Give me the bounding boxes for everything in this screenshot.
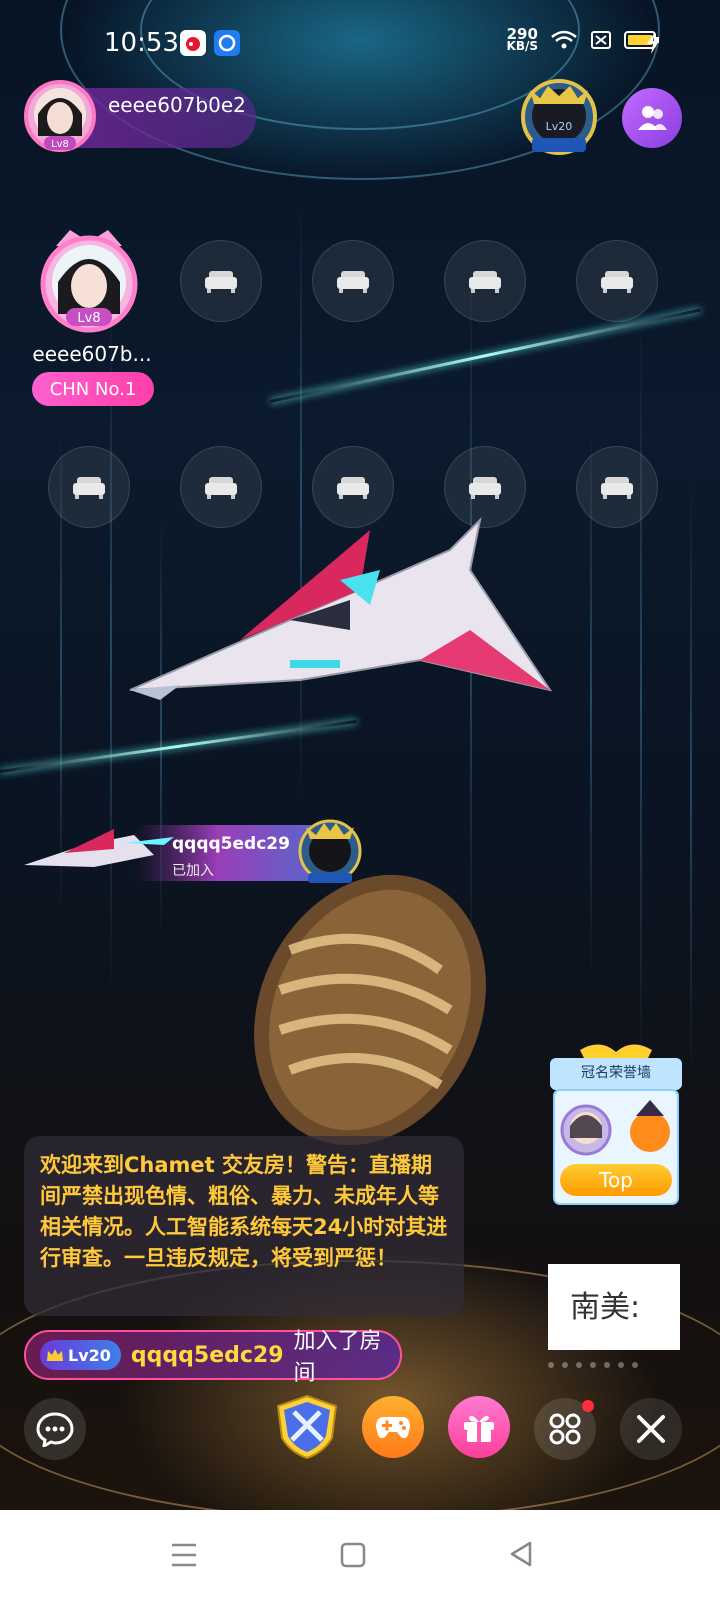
grid-icon (549, 1413, 581, 1445)
net-speed: 290 KB/S (506, 25, 538, 53)
close-room-button[interactable] (620, 1398, 682, 1460)
user-level-badge: Lv20 (40, 1340, 121, 1370)
side-promo-text: 南美: (570, 1290, 641, 1325)
sofa-icon (469, 477, 501, 499)
status-icons: 290 KB/S (506, 25, 660, 53)
svg-text:Lv8: Lv8 (77, 311, 100, 326)
seat-1-avatar[interactable]: Lv8 (36, 228, 142, 336)
room-users-button[interactable] (622, 88, 682, 148)
join-message-chip: Lv20 qqqq5edc29 加入了房间 (24, 1329, 402, 1386)
charging-icon (647, 32, 659, 54)
jet-gift-animation (120, 510, 560, 720)
sofa-icon (601, 477, 633, 499)
sofa-icon (337, 271, 369, 293)
laser-beam (269, 308, 701, 403)
carousel-indicator (548, 1362, 638, 1368)
join-message-action: 加入了房间 (293, 1329, 382, 1386)
empty-seat[interactable] (180, 240, 262, 322)
light-streak (640, 320, 642, 1080)
sofa-icon (205, 477, 237, 499)
chat-bubble-icon (36, 1412, 74, 1447)
weibo-icon (180, 30, 206, 56)
honor-top-button[interactable]: Top (560, 1164, 672, 1196)
sofa-icon (205, 271, 237, 293)
notification-dot (582, 1400, 594, 1412)
host-avatar[interactable]: Lv8 (24, 78, 96, 156)
svg-text:Lv20: Lv20 (546, 120, 573, 133)
sim-off-icon (591, 31, 611, 49)
sofa-icon (73, 477, 105, 499)
close-icon (637, 1415, 665, 1443)
clock: 10:53 (104, 28, 179, 58)
side-promo-banner[interactable]: 南美: (548, 1264, 680, 1350)
laser-beam (0, 719, 357, 773)
gift-icon (464, 1415, 494, 1442)
room-notice: 欢迎来到Chamet 交友房！警告：直播期间严禁出现色情、粗俗、暴力、未成年人等… (24, 1136, 464, 1316)
empty-seat[interactable] (444, 240, 526, 322)
crown-icon (47, 1349, 63, 1361)
honor-wall-title: 冠名荣誉墙 (581, 1065, 651, 1081)
sofa-icon (601, 271, 633, 293)
empty-seat[interactable] (312, 240, 394, 322)
wifi-icon (551, 30, 577, 49)
back-icon[interactable] (508, 1540, 534, 1568)
sofa-icon (469, 271, 501, 293)
chn-rank-badge[interactable]: CHN No.1 (32, 372, 154, 406)
light-streak (690, 480, 692, 1080)
battle-button[interactable] (274, 1394, 340, 1460)
seat-1-name[interactable]: eeee607b... (22, 342, 162, 366)
empty-seat[interactable] (576, 446, 658, 528)
sofa-icon (337, 477, 369, 499)
home-icon[interactable] (340, 1542, 366, 1568)
top-recharge-badge[interactable]: Lv20 (518, 76, 600, 158)
system-nav-bar (0, 1510, 720, 1600)
empty-seat[interactable] (576, 240, 658, 322)
join-banner-user: qqqq5edc29 (172, 834, 290, 854)
gamepad-icon (376, 1417, 410, 1439)
games-button[interactable] (362, 1396, 424, 1458)
join-message-user: qqqq5edc29 (130, 1342, 284, 1368)
status-bar: 10:53 290 KB/S (0, 0, 720, 88)
empty-seat[interactable] (48, 446, 130, 528)
recent-apps-icon[interactable] (170, 1542, 198, 1568)
join-banner-text: 已加入 (172, 863, 214, 879)
microphone-decoration (220, 860, 510, 1160)
gift-button[interactable] (448, 1396, 510, 1458)
app-icon (214, 30, 240, 56)
chat-button[interactable] (24, 1398, 86, 1460)
svg-text:Lv8: Lv8 (51, 139, 69, 150)
users-icon (638, 106, 667, 130)
host-name[interactable]: eeee607b0e2 (108, 92, 248, 118)
shield-swords-icon (276, 1394, 338, 1460)
